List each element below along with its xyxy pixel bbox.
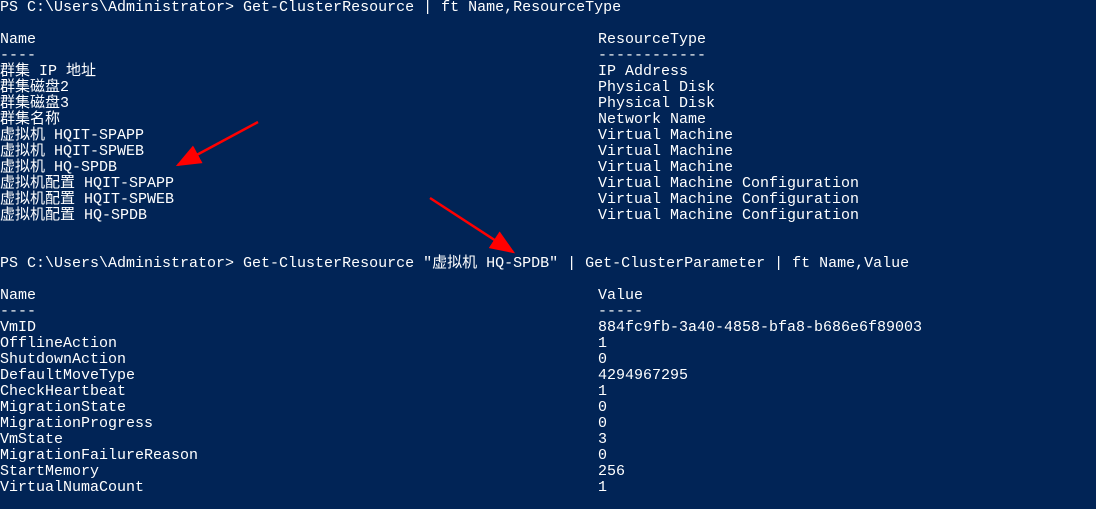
param-name-cell: VmID xyxy=(0,319,36,336)
col-underline: ------------ xyxy=(598,48,706,64)
resource-name-cell: 虚拟机 HQIT-SPAPP xyxy=(0,127,144,144)
resource-type-cell: Network Name xyxy=(598,112,706,128)
param-name-cell: CheckHeartbeat xyxy=(0,383,126,400)
command-text: Get-ClusterResource | ft Name,ResourceTy… xyxy=(243,0,621,16)
col-header-value: Value xyxy=(598,288,643,304)
resource-name-cell: 虚拟机配置 HQIT-SPWEB xyxy=(0,191,174,208)
terminal-row: 群集名称 Network Name xyxy=(0,112,1096,128)
param-value-cell: 1 xyxy=(598,480,607,496)
resource-name-cell: 虚拟机配置 HQ-SPDB xyxy=(0,207,147,224)
terminal-row: MigrationFailureReason 0 xyxy=(0,448,1096,464)
command-line-1: PS C:\Users\Administrator> Get-ClusterRe… xyxy=(0,0,1096,16)
col-header-type: ResourceType xyxy=(598,32,706,48)
prompt: PS C:\Users\Administrator> xyxy=(0,255,243,272)
resource-type-cell: Virtual Machine Configuration xyxy=(598,192,859,208)
col-underline: ---- xyxy=(0,303,36,320)
resource-type-cell: Virtual Machine Configuration xyxy=(598,176,859,192)
resource-type-cell: Physical Disk xyxy=(598,96,715,112)
powershell-terminal[interactable]: PS C:\Users\Administrator> Get-ClusterRe… xyxy=(0,0,1096,496)
param-value-cell: 0 xyxy=(598,416,607,432)
param-value-cell: 884fc9fb-3a40-4858-bfa8-b686e6f89003 xyxy=(598,320,922,336)
terminal-row: 虚拟机 HQ-SPDB Virtual Machine xyxy=(0,160,1096,176)
param-value-cell: 1 xyxy=(598,384,607,400)
terminal-row: 虚拟机 HQIT-SPAPP Virtual Machine xyxy=(0,128,1096,144)
terminal-row: ---------------- xyxy=(0,48,1096,64)
terminal-row: MigrationState 0 xyxy=(0,400,1096,416)
resource-type-cell: Virtual Machine xyxy=(598,128,733,144)
param-value-cell: 256 xyxy=(598,464,625,480)
terminal-row: VirtualNumaCount 1 xyxy=(0,480,1096,496)
param-name-cell: VmState xyxy=(0,431,63,448)
param-value-cell: 4294967295 xyxy=(598,368,688,384)
resource-name-cell: 群集磁盘2 xyxy=(0,79,69,96)
resource-type-cell: Virtual Machine Configuration xyxy=(598,208,859,224)
param-value-cell: 3 xyxy=(598,432,607,448)
resource-type-cell: Virtual Machine xyxy=(598,144,733,160)
resource-name-cell: 群集磁盘3 xyxy=(0,95,69,112)
resource-name-cell: 虚拟机 HQ-SPDB xyxy=(0,159,117,176)
param-value-cell: 0 xyxy=(598,352,607,368)
terminal-row: OfflineAction 1 xyxy=(0,336,1096,352)
terminal-row: StartMemory 256 xyxy=(0,464,1096,480)
blank-line xyxy=(0,272,1096,288)
prompt: PS C:\Users\Administrator> xyxy=(0,0,243,16)
param-name-cell: DefaultMoveType xyxy=(0,367,135,384)
resource-type-cell: Virtual Machine xyxy=(598,160,733,176)
col-header-name: Name xyxy=(0,287,36,304)
resource-name-cell: 虚拟机配置 HQIT-SPAPP xyxy=(0,175,174,192)
command-line-2: PS C:\Users\Administrator> Get-ClusterRe… xyxy=(0,256,1096,272)
resource-name-cell: 群集 IP 地址 xyxy=(0,63,96,80)
param-name-cell: VirtualNumaCount xyxy=(0,479,144,496)
blank-line xyxy=(0,224,1096,240)
terminal-row: VmID 884fc9fb-3a40-4858-bfa8-b686e6f89003 xyxy=(0,320,1096,336)
terminal-row: 虚拟机配置 HQIT-SPWEB Virtual Machine Configur… xyxy=(0,192,1096,208)
param-name-cell: MigrationState xyxy=(0,399,126,416)
terminal-row: 群集磁盘2 Physical Disk xyxy=(0,80,1096,96)
terminal-row: 群集 IP 地址 IP Address xyxy=(0,64,1096,80)
param-name-cell: MigrationFailureReason xyxy=(0,447,198,464)
param-value-cell: 1 xyxy=(598,336,607,352)
param-name-cell: MigrationProgress xyxy=(0,415,153,432)
param-name-cell: OfflineAction xyxy=(0,335,117,352)
terminal-row: Name ResourceType xyxy=(0,32,1096,48)
terminal-row: CheckHeartbeat 1 xyxy=(0,384,1096,400)
terminal-row: ShutdownAction 0 xyxy=(0,352,1096,368)
col-header-name: Name xyxy=(0,31,36,48)
param-value-cell: 0 xyxy=(598,448,607,464)
param-value-cell: 0 xyxy=(598,400,607,416)
terminal-row: --------- xyxy=(0,304,1096,320)
terminal-row: 虚拟机 HQIT-SPWEB Virtual Machine xyxy=(0,144,1096,160)
resource-type-cell: IP Address xyxy=(598,64,688,80)
resource-name-cell: 群集名称 xyxy=(0,111,60,128)
command-text: Get-ClusterResource "虚拟机 HQ-SPDB" | Get-… xyxy=(243,255,909,272)
terminal-row: 群集磁盘3 Physical Disk xyxy=(0,96,1096,112)
terminal-row: MigrationProgress 0 xyxy=(0,416,1096,432)
col-underline: ----- xyxy=(598,304,643,320)
blank-line xyxy=(0,240,1096,256)
terminal-row: 虚拟机配置 HQIT-SPAPP Virtual Machine Configur… xyxy=(0,176,1096,192)
terminal-row: DefaultMoveType 4294967295 xyxy=(0,368,1096,384)
col-underline: ---- xyxy=(0,47,36,64)
terminal-row: VmState 3 xyxy=(0,432,1096,448)
terminal-row: Name Value xyxy=(0,288,1096,304)
terminal-row: 虚拟机配置 HQ-SPDB Virtual Machine Configurati… xyxy=(0,208,1096,224)
param-name-cell: ShutdownAction xyxy=(0,351,126,368)
blank-line xyxy=(0,16,1096,32)
resource-type-cell: Physical Disk xyxy=(598,80,715,96)
resource-name-cell: 虚拟机 HQIT-SPWEB xyxy=(0,143,144,160)
param-name-cell: StartMemory xyxy=(0,463,99,480)
